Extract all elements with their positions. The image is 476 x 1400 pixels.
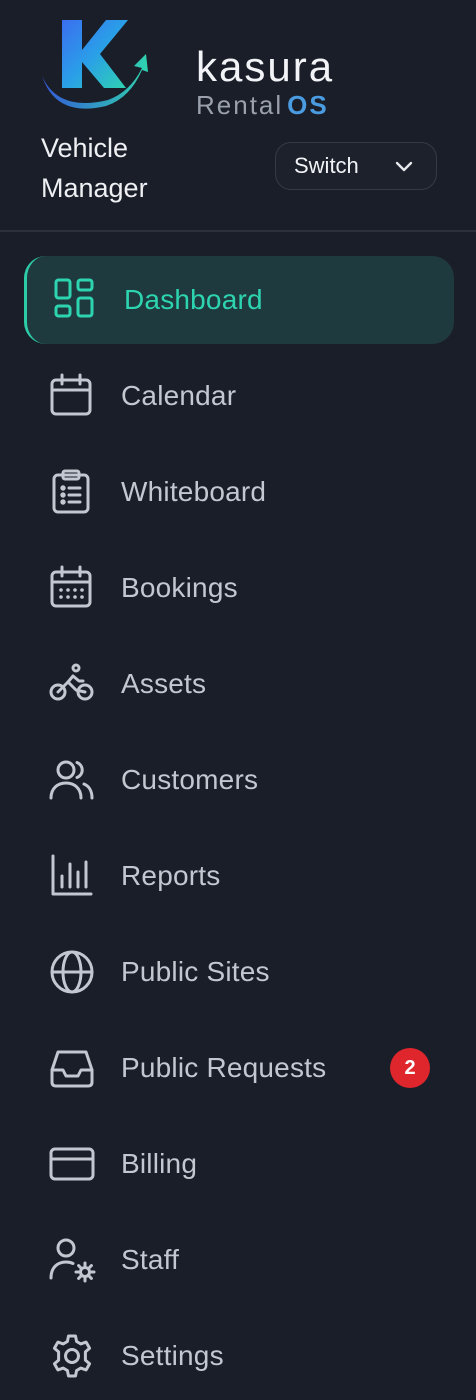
sidebar-item-label: Bookings <box>121 572 238 603</box>
sidebar-item-staff[interactable]: Staff <box>0 1212 476 1308</box>
sidebar-item-label: Calendar <box>121 380 237 411</box>
sidebar-item-reports[interactable]: Reports <box>0 828 476 924</box>
sidebar-item-assets[interactable]: Assets <box>0 636 476 732</box>
sidebar-item-label: Reports <box>121 860 221 891</box>
dashboard-icon <box>52 276 100 324</box>
sidebar-item-bookings[interactable]: Bookings <box>0 540 476 636</box>
kasura-logo-mark <box>42 20 148 109</box>
switch-button[interactable]: Switch <box>275 142 437 190</box>
sidebar: kasura Rental OS Vehicle Manager Switch D… <box>0 0 476 1400</box>
brand-subtitle: Rental OS <box>196 92 329 118</box>
sidebar-item-label: Public Sites <box>121 956 270 987</box>
clipboard-icon <box>48 468 96 516</box>
sidebar-item-label: Whiteboard <box>121 476 267 507</box>
sidebar-item-label: Staff <box>121 1244 180 1275</box>
calendar-grid-icon <box>48 564 96 612</box>
notification-badge: 2 <box>390 1048 430 1088</box>
brand-logo[interactable]: kasura Rental OS <box>38 16 332 118</box>
sidebar-item-whiteboard[interactable]: Whiteboard <box>0 444 476 540</box>
sidebar-item-label: Settings <box>121 1340 224 1371</box>
sidebar-item-label: Customers <box>121 764 259 795</box>
sidebar-item-billing[interactable]: Billing <box>0 1116 476 1212</box>
brand-sub-accent: OS <box>287 90 329 120</box>
calendar-icon <box>48 372 96 420</box>
sidebar-item-label: Dashboard <box>124 284 263 315</box>
sidebar-item-label: Assets <box>121 668 207 699</box>
bar-chart-icon <box>48 852 96 900</box>
sidebar-nav: Dashboard Calendar Whiteboard Bookings A… <box>0 252 476 1400</box>
header-divider <box>0 230 476 232</box>
chevron-down-icon <box>395 161 413 172</box>
globe-icon <box>48 948 96 996</box>
switch-label: Switch <box>294 153 359 178</box>
sidebar-item-dashboard[interactable]: Dashboard <box>0 252 476 348</box>
sidebar-item-label: Billing <box>121 1148 198 1179</box>
sidebar-item-calendar[interactable]: Calendar <box>0 348 476 444</box>
sidebar-item-public-requests[interactable]: Public Requests 2 <box>0 1020 476 1116</box>
brand-name: kasura <box>196 43 335 90</box>
brand-sub-text: Rental <box>196 90 284 120</box>
bicycle-icon <box>48 660 96 708</box>
inbox-icon <box>48 1044 96 1092</box>
sidebar-item-customers[interactable]: Customers <box>0 732 476 828</box>
user-settings-icon <box>48 1236 96 1284</box>
role-title: Vehicle Manager <box>41 133 148 203</box>
credit-card-icon <box>48 1140 96 1188</box>
sidebar-item-public-sites[interactable]: Public Sites <box>0 924 476 1020</box>
users-icon <box>48 756 96 804</box>
gear-icon <box>48 1332 96 1380</box>
sidebar-item-settings[interactable]: Settings <box>0 1308 476 1400</box>
sidebar-item-label: Public Requests <box>121 1052 327 1083</box>
